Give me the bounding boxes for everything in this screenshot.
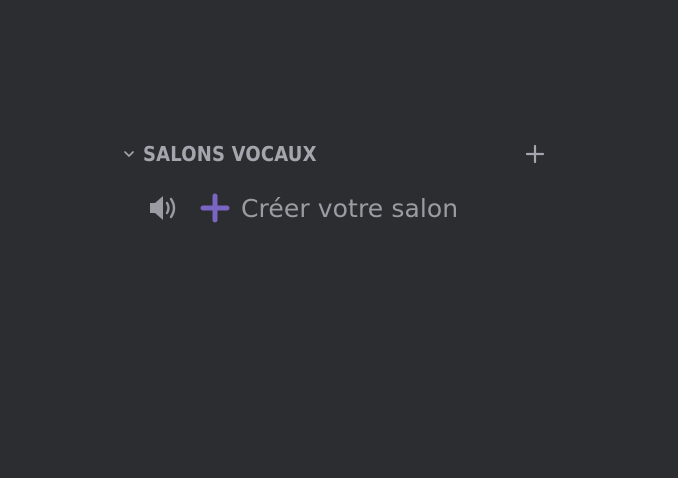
voice-category-header[interactable]: SALONS VOCAUX xyxy=(122,140,552,168)
channel-label: Créer votre salon xyxy=(241,193,459,223)
speaker-icon xyxy=(146,191,184,225)
chevron-down-icon[interactable] xyxy=(122,147,136,161)
voice-channel-create[interactable]: Créer votre salon xyxy=(146,186,546,230)
create-channel-plus-icon[interactable] xyxy=(523,142,547,166)
plus-icon xyxy=(199,192,231,224)
category-label: SALONS VOCAUX xyxy=(143,142,317,166)
